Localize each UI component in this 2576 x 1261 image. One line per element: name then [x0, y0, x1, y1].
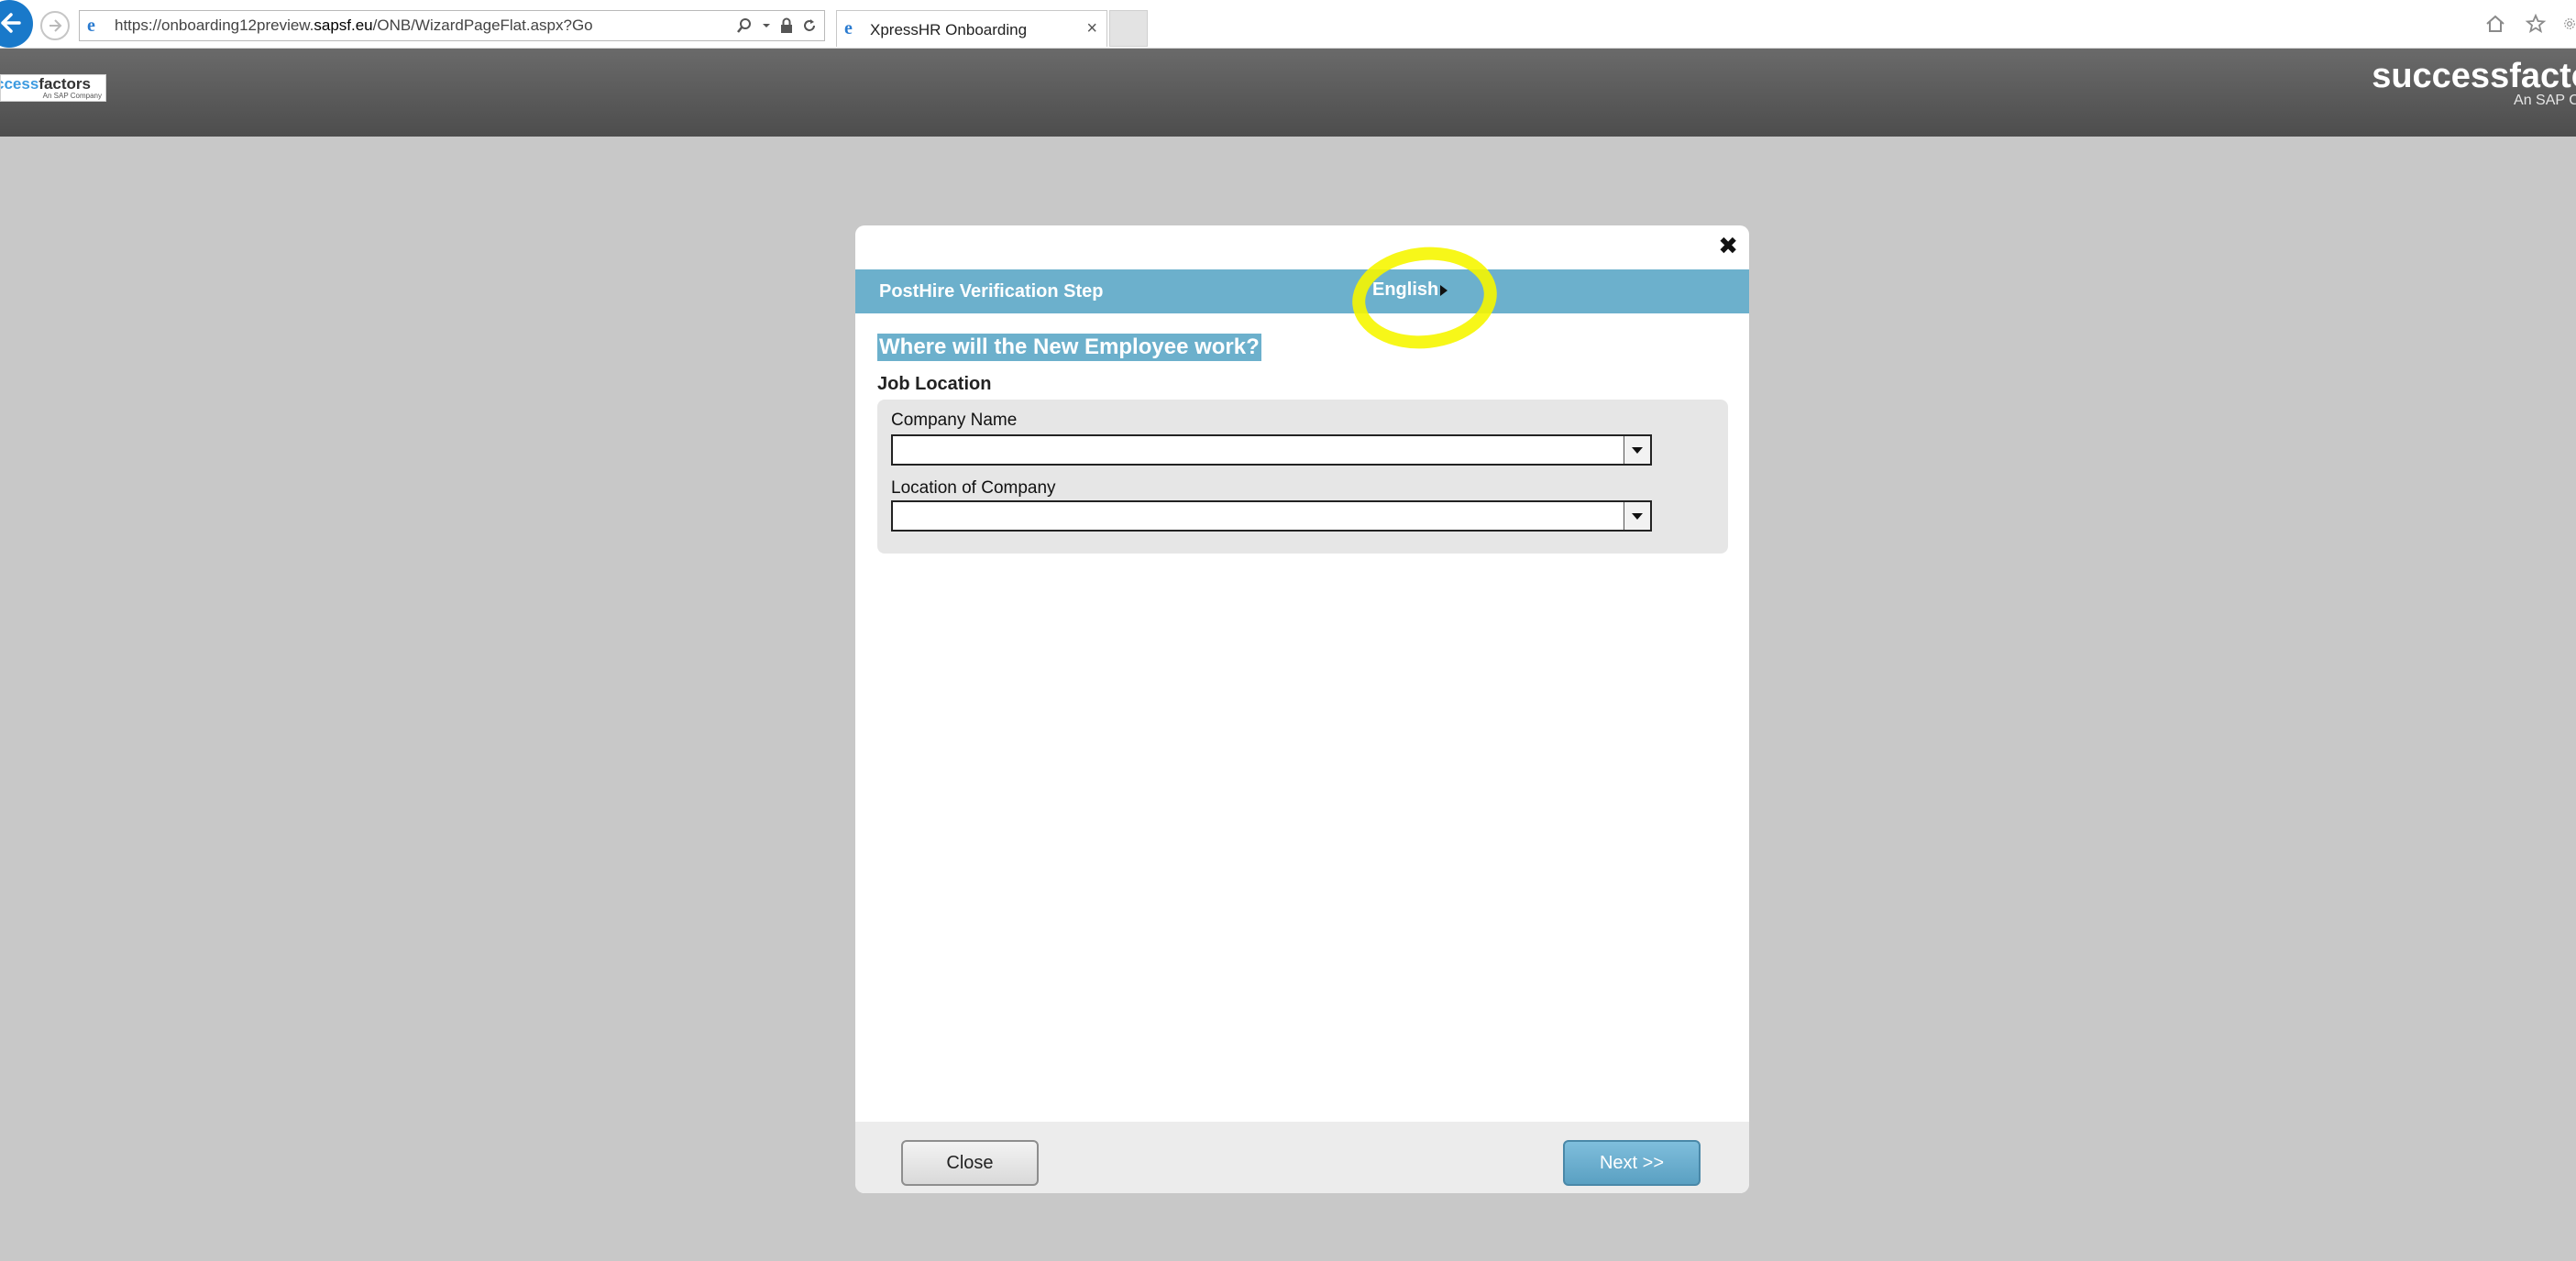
logo-tagline: An SAP Company	[42, 92, 102, 100]
location-label: Location of Company	[891, 478, 1056, 498]
logo-text: ccessfactors	[1, 75, 91, 93]
refresh-icon[interactable]	[802, 17, 817, 34]
section-title: Job Location	[877, 374, 992, 394]
lock-icon[interactable]	[780, 17, 793, 34]
url-path: /ONB/WizardPageFlat.aspx?Go	[372, 16, 593, 34]
company-name-select[interactable]	[891, 434, 1652, 466]
close-button[interactable]: Close	[901, 1140, 1039, 1186]
address-tools	[736, 16, 817, 36]
chevron-down-icon[interactable]	[1624, 436, 1650, 464]
url-domain: sapsf.eu	[314, 16, 373, 34]
tab-title: XpressHR Onboarding	[870, 21, 1028, 38]
star-icon[interactable]	[2523, 11, 2548, 37]
home-icon[interactable]	[2482, 11, 2508, 37]
tab-close-icon[interactable]: ×	[1086, 18, 1097, 39]
tab-favicon: e	[844, 18, 853, 38]
company-name-label: Company Name	[891, 411, 1018, 430]
highlight-annotation	[1347, 240, 1503, 356]
next-button[interactable]: Next >>	[1563, 1140, 1701, 1186]
dropdown-icon[interactable]	[762, 17, 771, 34]
search-icon[interactable]	[736, 17, 753, 34]
forward-button[interactable]	[40, 11, 70, 40]
address-bar[interactable]: e https://onboarding12preview.sapsf.eu/O…	[79, 10, 825, 41]
url-prefix: https://onboarding12preview.	[115, 16, 314, 34]
url-text[interactable]: https://onboarding12preview.sapsf.eu/ONB…	[115, 16, 593, 35]
back-button[interactable]	[0, 0, 33, 48]
chevron-down-icon[interactable]	[1624, 502, 1650, 530]
wizard-dialog: ✖ PostHire Verification Step English Whe…	[855, 225, 1749, 1193]
arrow-right-icon	[50, 19, 62, 32]
browser-right-tools	[2482, 11, 2576, 37]
gear-icon[interactable]	[2563, 11, 2576, 37]
browser-tab[interactable]: e XpressHR Onboarding ×	[836, 10, 1107, 47]
dialog-footer: Close Next >>	[855, 1122, 1749, 1193]
browser-toolbar: e https://onboarding12preview.sapsf.eu/O…	[0, 0, 2576, 49]
page-question: Where will the New Employee work?	[877, 334, 1261, 361]
step-header: PostHire Verification Step English	[855, 269, 1749, 313]
step-title: PostHire Verification Step	[879, 281, 1104, 302]
location-select[interactable]	[891, 500, 1652, 532]
ie-icon: e	[87, 16, 95, 36]
job-location-panel: Company Name Location of Company	[877, 400, 1728, 554]
company-logo[interactable]: ccessfactors An SAP Company	[0, 74, 106, 102]
new-tab-button[interactable]	[1109, 10, 1148, 47]
brand-name: successfacto	[2372, 57, 2576, 95]
brand-logo: successfacto An SAP Cor	[2372, 56, 2576, 109]
arrow-left-icon	[1, 13, 21, 33]
close-icon[interactable]: ✖	[1718, 235, 1738, 258]
app-header: ccessfactors An SAP Company successfacto…	[0, 49, 2576, 137]
